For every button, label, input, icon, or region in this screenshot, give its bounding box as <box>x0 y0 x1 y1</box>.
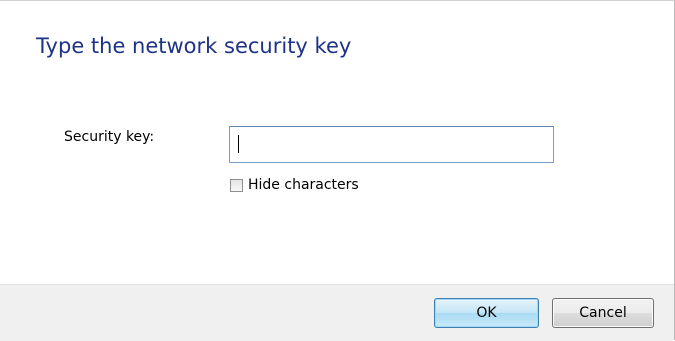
hide-characters-option[interactable]: Hide characters <box>230 175 359 195</box>
network-security-key-dialog: Type the network security key Security k… <box>0 0 675 341</box>
dialog-heading: Type the network security key <box>36 34 352 58</box>
ok-button[interactable]: OK <box>434 298 539 328</box>
security-key-input[interactable] <box>229 126 554 163</box>
hide-characters-label: Hide characters <box>248 177 359 193</box>
text-caret <box>238 135 239 153</box>
security-key-label: Security key: <box>64 129 155 145</box>
dialog-footer: OK Cancel <box>0 284 674 341</box>
dialog-content: Type the network security key Security k… <box>0 1 674 284</box>
cancel-button[interactable]: Cancel <box>552 298 654 328</box>
hide-characters-checkbox[interactable] <box>230 178 243 192</box>
